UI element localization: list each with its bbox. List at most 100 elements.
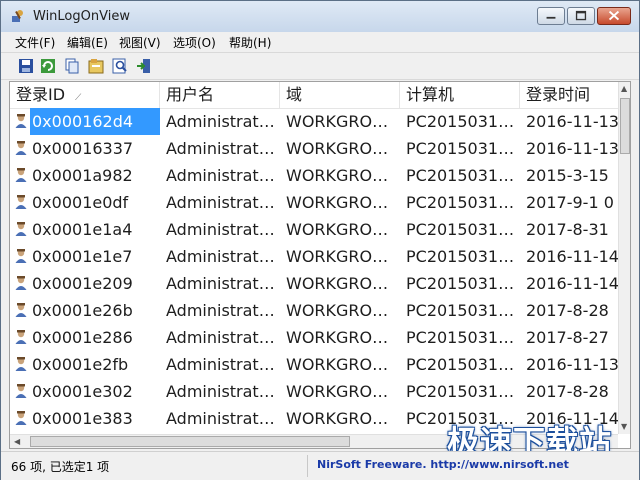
cell-time: 2016-11-14 xyxy=(526,247,618,266)
column-header-logon-time[interactable]: 登录时间 xyxy=(520,82,618,108)
menu-file[interactable]: 文件(F) xyxy=(13,34,57,51)
sort-ascending-icon: ⟋ xyxy=(75,93,82,103)
horizontal-scroll-thumb[interactable] xyxy=(30,436,350,447)
user-icon xyxy=(15,249,27,263)
toolbar xyxy=(1,52,639,80)
cell-logon-id: 0x0001e286 xyxy=(32,328,133,347)
cell-user: Administrat… xyxy=(166,355,275,374)
cell-user: Administrat… xyxy=(166,112,275,131)
cell-user: Administrat… xyxy=(166,166,275,185)
table-row[interactable]: 0x0001e0df Administrat… WORKGRO… PC2015031…… xyxy=(10,189,618,216)
table-row[interactable]: 0x000162d4 Administrat… WORKGRO… PC2015031…… xyxy=(10,108,618,135)
logon-list[interactable]: 登录ID ⟋ 用户名 域 计算机 登录时间 0x000162d4 Administr… xyxy=(9,81,631,449)
minimize-icon xyxy=(546,16,556,19)
cell-time: 2016-11-14 xyxy=(526,274,618,293)
cell-domain: WORKGRO… xyxy=(286,409,389,428)
app-icon xyxy=(12,10,23,22)
cell-logon-id: 0x0001e209 xyxy=(32,274,133,293)
table-row[interactable]: 0x0001e1e7 Administrat… WORKGRO… PC2015031…… xyxy=(10,243,618,270)
cell-computer: PC2015031… xyxy=(406,112,515,131)
cell-user: Administrat… xyxy=(166,409,275,428)
cell-computer: PC2015031… xyxy=(406,382,515,401)
scroll-up-icon[interactable]: ▲ xyxy=(621,84,627,93)
table-row[interactable]: 0x0001a982 Administrat… WORKGRO… PC2015031…… xyxy=(10,162,618,189)
cell-time: 2016-11-13 xyxy=(526,355,618,374)
user-icon xyxy=(15,330,27,344)
nirsoft-link[interactable]: NirSoft Freeware. http://www.nirsoft.net xyxy=(317,458,569,471)
menu-view[interactable]: 视图(V) xyxy=(117,34,163,51)
cell-time: 2015-3-15 xyxy=(526,166,609,185)
cell-logon-id: 0x0001a982 xyxy=(32,166,133,185)
menu-help[interactable]: 帮助(H) xyxy=(227,34,273,51)
column-label: 用户名 xyxy=(166,85,215,104)
column-label: 登录ID xyxy=(16,85,66,104)
cell-computer: PC2015031… xyxy=(406,247,515,266)
column-header-domain[interactable]: 域 xyxy=(280,82,400,108)
table-row[interactable]: 0x0001e286 Administrat… WORKGRO… PC2015031…… xyxy=(10,324,618,351)
cell-time: 2016-11-13 xyxy=(526,139,618,158)
table-row[interactable]: 0x0001e209 Administrat… WORKGRO… PC2015031…… xyxy=(10,270,618,297)
cell-domain: WORKGRO… xyxy=(286,220,389,239)
save-icon[interactable] xyxy=(17,57,35,75)
table-row[interactable]: 0x0001e26b Administrat… WORKGRO… PC2015031…… xyxy=(10,297,618,324)
menu-options[interactable]: 选项(O) xyxy=(171,34,218,51)
cell-domain: WORKGRO… xyxy=(286,112,389,131)
user-icon xyxy=(15,168,27,182)
vertical-scrollbar[interactable]: ▲ ▼ xyxy=(618,82,630,434)
cell-computer: PC2015031… xyxy=(406,166,515,185)
cell-logon-id: 0x0001e2fb xyxy=(32,355,129,374)
user-icon xyxy=(15,276,27,290)
cell-domain: WORKGRO… xyxy=(286,139,389,158)
copy-icon[interactable] xyxy=(63,57,81,75)
cell-time: 2017-9-1 0 xyxy=(526,193,614,212)
status-item-count: 66 项, 已选定1 项 xyxy=(11,460,110,474)
status-bar: 66 项, 已选定1 项 NirSoft Freeware. http://ww… xyxy=(1,451,639,480)
close-button[interactable] xyxy=(597,7,631,25)
column-label: 域 xyxy=(286,85,303,104)
table-row[interactable]: 0x0001e1a4 Administrat… WORKGRO… PC2015031…… xyxy=(10,216,618,243)
title-bar[interactable]: WinLogOnView xyxy=(1,1,639,33)
cell-logon-id: 0x0001e383 xyxy=(32,409,133,428)
cell-time: 2017-8-28 xyxy=(526,301,609,320)
window-title: WinLogOnView xyxy=(33,9,130,24)
cell-computer: PC2015031… xyxy=(406,355,515,374)
table-row[interactable]: 0x00016337 Administrat… WORKGRO… PC2015031…… xyxy=(10,135,618,162)
refresh-icon[interactable] xyxy=(39,57,57,75)
cell-computer: PC2015031… xyxy=(406,193,515,212)
menu-bar: 文件(F) 编辑(E) 视图(V) 选项(O) 帮助(H) xyxy=(1,32,639,52)
exit-icon[interactable] xyxy=(135,57,153,75)
cell-domain: WORKGRO… xyxy=(286,166,389,185)
cell-computer: PC2015031… xyxy=(406,139,515,158)
column-header-logon-id[interactable]: 登录ID ⟋ xyxy=(10,82,160,108)
user-icon xyxy=(15,411,27,425)
cell-time: 2017-8-27 xyxy=(526,328,609,347)
find-icon[interactable] xyxy=(111,57,129,75)
cell-user: Administrat… xyxy=(166,220,275,239)
list-header: 登录ID ⟋ 用户名 域 计算机 登录时间 xyxy=(10,82,618,109)
app-window: WinLogOnView 文件(F) 编辑(E) 视图(V) 选项(O) 帮助(… xyxy=(0,0,640,480)
scroll-down-icon[interactable]: ▼ xyxy=(621,422,627,431)
minimize-button[interactable] xyxy=(537,7,565,25)
vertical-scroll-thumb[interactable] xyxy=(620,98,630,154)
cell-domain: WORKGRO… xyxy=(286,274,389,293)
cell-logon-id: 0x0001e26b xyxy=(32,301,133,320)
column-label: 登录时间 xyxy=(526,85,591,104)
column-label: 计算机 xyxy=(406,85,455,104)
cell-domain: WORKGRO… xyxy=(286,301,389,320)
maximize-button[interactable] xyxy=(567,7,595,25)
column-header-user[interactable]: 用户名 xyxy=(160,82,280,108)
cell-computer: PC2015031… xyxy=(406,301,515,320)
cell-time: 2017-8-28 xyxy=(526,382,609,401)
properties-icon[interactable] xyxy=(87,57,105,75)
table-row[interactable]: 0x0001e302 Administrat… WORKGRO… PC2015031…… xyxy=(10,378,618,405)
cell-domain: WORKGRO… xyxy=(286,382,389,401)
scroll-left-icon[interactable]: ◀ xyxy=(14,437,20,446)
table-row[interactable]: 0x0001e2fb Administrat… WORKGRO… PC2015031…… xyxy=(10,351,618,378)
user-icon xyxy=(15,303,27,317)
cell-logon-id: 0x000162d4 xyxy=(30,108,160,135)
menu-edit[interactable]: 编辑(E) xyxy=(65,34,110,51)
cell-domain: WORKGRO… xyxy=(286,247,389,266)
cell-domain: WORKGRO… xyxy=(286,355,389,374)
cell-user: Administrat… xyxy=(166,301,275,320)
column-header-computer[interactable]: 计算机 xyxy=(400,82,520,108)
